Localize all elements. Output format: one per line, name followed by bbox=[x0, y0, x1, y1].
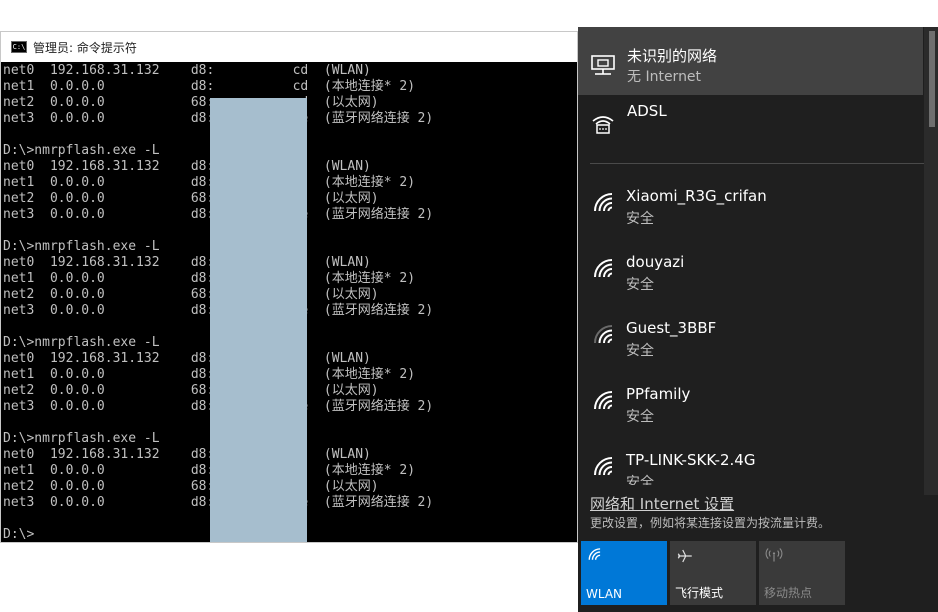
wifi-network-name: TP-LINK-SKK-2.4G bbox=[626, 451, 756, 469]
network-adsl-name: ADSL bbox=[627, 102, 667, 120]
network-adsl[interactable]: ADSL bbox=[578, 95, 923, 161]
network-settings-link[interactable]: 网络和 Internet 设置 bbox=[590, 493, 734, 514]
network-flyout: 未识别的网络 无 Internet ADSL Xiaomi_R3G_crifan… bbox=[578, 27, 938, 612]
wifi-network-name: PPfamily bbox=[626, 385, 691, 403]
wifi-network-name: Guest_3BBF bbox=[626, 319, 717, 337]
wifi-network-status: 安全 bbox=[626, 211, 654, 227]
wifi-full-icon bbox=[594, 391, 613, 410]
wifi-network-item[interactable]: Xiaomi_R3G_crifan 安全 bbox=[578, 177, 923, 243]
wlan-toggle-button[interactable]: WLAN bbox=[581, 541, 667, 605]
divider bbox=[590, 163, 924, 164]
wifi-network-status: 安全 bbox=[626, 277, 654, 293]
wifi-network-status: 安全 bbox=[626, 343, 654, 359]
network-current-name: 未识别的网络 bbox=[627, 47, 718, 65]
wifi-network-name: Xiaomi_R3G_crifan bbox=[626, 187, 767, 205]
wifi-network-item[interactable]: PPfamily 安全 bbox=[578, 375, 923, 441]
ethernet-icon bbox=[591, 55, 615, 75]
mobile-hotspot-button[interactable]: 移动热点 bbox=[759, 541, 845, 605]
wifi-network-item[interactable]: douyazi 安全 bbox=[578, 243, 923, 309]
wifi-full-icon bbox=[594, 457, 613, 476]
wifi-full-icon bbox=[594, 259, 613, 278]
dialup-icon bbox=[592, 116, 614, 134]
hotspot-icon bbox=[765, 548, 783, 562]
cmd-app-icon: C:\ bbox=[11, 41, 27, 53]
console-line: net1 0.0.0.0 d8: cd (本地连接* 2) bbox=[3, 79, 416, 94]
cmd-titlebar[interactable]: C:\ 管理员: 命令提示符 bbox=[1, 32, 577, 62]
wlan-toggle-label: WLAN bbox=[586, 587, 623, 601]
airplane-mode-label: 飞行模式 bbox=[675, 586, 724, 600]
network-settings-description: 更改设置，例如将某连接设置为按流量计费。 bbox=[590, 516, 831, 530]
wifi-partial-icon bbox=[594, 325, 613, 344]
wifi-network-item[interactable]: Guest_3BBF 安全 bbox=[578, 309, 923, 375]
wifi-network-status: 安全 bbox=[626, 409, 654, 425]
cmd-console[interactable]: net0 192.168.31.132 d8: cd (WLAN) net1 0.… bbox=[1, 62, 577, 542]
console-line: net0 192.168.31.132 d8: cd (WLAN) bbox=[3, 63, 371, 78]
network-current[interactable]: 未识别的网络 无 Internet bbox=[578, 27, 923, 95]
scrollbar-thumb[interactable] bbox=[929, 31, 935, 127]
wifi-network-item[interactable]: TP-LINK-SKK-2.4G 安全 bbox=[578, 441, 923, 485]
mobile-hotspot-label: 移动热点 bbox=[764, 586, 813, 600]
airplane-icon bbox=[677, 549, 692, 563]
redaction-box bbox=[210, 98, 307, 542]
network-current-status: 无 Internet bbox=[627, 69, 702, 85]
wifi-network-status: 安全 bbox=[626, 475, 654, 485]
wifi-icon bbox=[588, 548, 601, 560]
wifi-full-icon bbox=[594, 193, 613, 212]
cmd-title: 管理员: 命令提示符 bbox=[33, 40, 137, 55]
airplane-mode-button[interactable]: 飞行模式 bbox=[670, 541, 756, 605]
wifi-network-name: douyazi bbox=[626, 253, 685, 271]
cmd-window[interactable]: C:\ 管理员: 命令提示符 net0 192.168.31.132 d8: c… bbox=[0, 31, 578, 543]
